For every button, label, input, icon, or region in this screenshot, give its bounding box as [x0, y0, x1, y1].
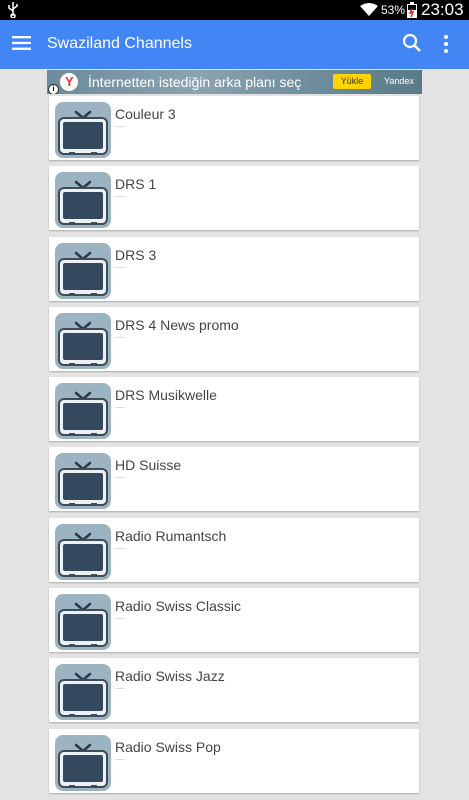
channel-item[interactable]: Radio Rumantsch — [49, 517, 419, 582]
channel-name: HD Suisse — [115, 457, 182, 474]
channel-divider — [115, 336, 125, 338]
channel-name: DRS 1 — [115, 176, 157, 193]
yandex-logo-icon: Y — [60, 73, 78, 91]
channel-item[interactable]: HD Suisse — [49, 447, 419, 512]
channel-item[interactable]: DRS Musikwelle — [49, 377, 419, 442]
channel-item[interactable]: DRS 4 News promo — [49, 306, 419, 371]
ad-banner[interactable]: Y İnternetten istediğin arka planı seç Y… — [47, 70, 422, 94]
app-bar: Swaziland Channels — [0, 20, 469, 69]
channel-name: DRS 3 — [115, 246, 157, 263]
channel-item[interactable]: Radio Swiss Pop — [49, 728, 419, 793]
tv-icon — [55, 102, 111, 158]
channel-item[interactable]: DRS 1 — [49, 166, 419, 231]
channel-name: Couleur 3 — [115, 106, 176, 122]
tv-icon — [55, 242, 111, 299]
tv-icon — [55, 383, 111, 440]
channel-item[interactable]: DRS 3 — [49, 236, 419, 301]
tv-icon — [55, 734, 111, 791]
tv-icon — [55, 664, 111, 721]
battery-percent: 53% — [381, 3, 406, 17]
channel-divider — [115, 407, 125, 409]
tv-icon — [55, 523, 111, 580]
channel-item[interactable]: Couleur 3 — [49, 96, 419, 160]
channel-name: DRS 4 News promo — [115, 316, 239, 333]
channel-divider — [115, 618, 125, 620]
search-icon[interactable] — [402, 33, 422, 58]
channel-item[interactable]: Radio Swiss Jazz — [49, 658, 419, 723]
channel-item[interactable]: Radio Swiss Classic — [49, 588, 419, 653]
channel-name: DRS Musikwelle — [115, 387, 217, 404]
channel-divider — [115, 266, 125, 268]
app-title: Swaziland Channels — [47, 35, 192, 52]
ad-brand: Yandex — [384, 76, 414, 86]
ad-text: İnternetten istediğin arka planı seç — [88, 74, 302, 90]
channel-name: Radio Rumantsch — [115, 527, 227, 544]
tv-icon — [55, 594, 111, 651]
tv-icon — [55, 453, 111, 510]
clock: 23:03 — [421, 0, 464, 19]
channel-list: Couleur 3 DRS 1 DRS 3 DRS 4 News promo D… — [49, 96, 419, 799]
more-options-icon[interactable] — [443, 34, 449, 59]
channel-divider — [115, 196, 125, 198]
channel-divider — [115, 758, 125, 760]
channel-name: Radio Swiss Classic — [115, 598, 242, 615]
ad-install-button[interactable]: Yükle — [333, 74, 371, 89]
tv-icon — [55, 172, 111, 229]
status-bar: 53% 23:03 — [0, 0, 469, 20]
tv-icon — [55, 312, 111, 369]
channel-divider — [115, 126, 125, 127]
channel-name: Radio Swiss Pop — [115, 738, 221, 755]
channel-name: Radio Swiss Jazz — [115, 668, 225, 685]
menu-icon[interactable] — [12, 36, 31, 54]
channel-divider — [115, 477, 125, 479]
channel-divider — [115, 547, 125, 549]
ad-info-icon[interactable]: i — [48, 84, 59, 94]
channel-divider — [115, 688, 125, 690]
